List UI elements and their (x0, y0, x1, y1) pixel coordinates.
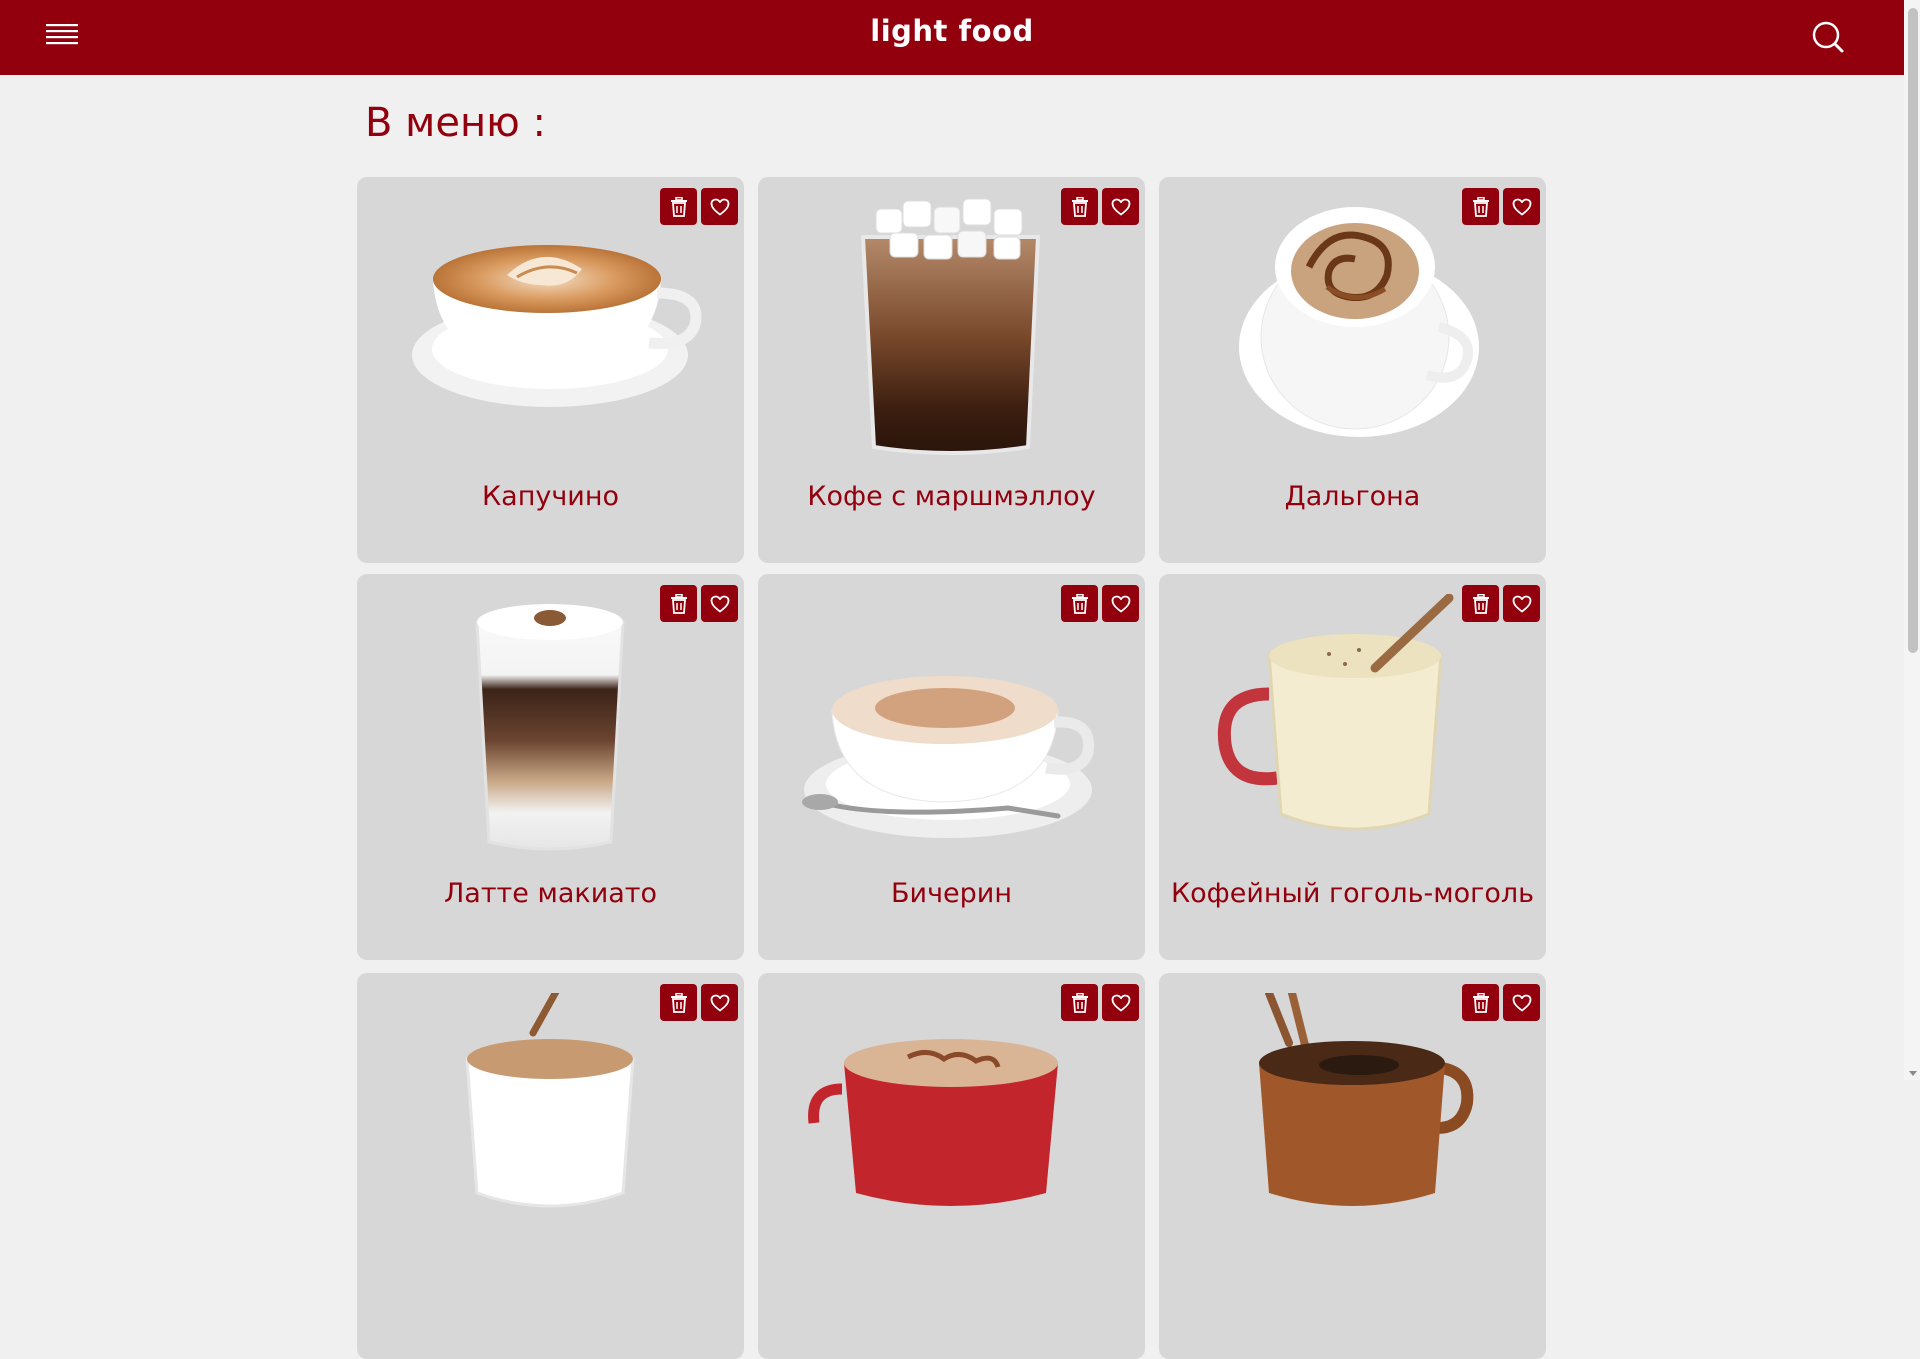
menu-card[interactable] (357, 973, 744, 1359)
eggnog-mug-image (1217, 594, 1454, 831)
brand-logo[interactable]: light food (0, 14, 1904, 48)
page-scrollbar[interactable] (1904, 0, 1920, 1080)
scroll-down-arrow-icon[interactable] (1909, 1071, 1917, 1076)
item-name: Капучино (481, 481, 620, 512)
cinnamon-coffee-image (465, 993, 635, 1208)
cappuccino-cup-image (412, 245, 702, 407)
bicerin-cup-image (802, 676, 1095, 838)
menu-card[interactable]: Кофе с маршмэллоу (758, 177, 1145, 563)
menu-card[interactable]: Латте макиато (357, 574, 744, 960)
search-icon[interactable] (1811, 20, 1845, 54)
menu-card[interactable] (1159, 973, 1546, 1359)
menu-card[interactable] (758, 973, 1145, 1359)
red-cocoa-mug-image (808, 1039, 1058, 1206)
item-name: Кофейный гоголь-моголь (1170, 878, 1535, 909)
item-name: Бичерин (891, 878, 1012, 909)
marshmallow-cocoa-image (860, 198, 1041, 455)
item-name: Дальгона (1284, 481, 1421, 512)
item-name: Кофе с маршмэллоу (807, 481, 1096, 512)
latte-macchiato-image (475, 604, 625, 851)
clay-mug-image (1259, 993, 1474, 1206)
dalgona-cup-image (1239, 207, 1479, 437)
menu-card[interactable]: Кофейный гоголь-моголь (1159, 574, 1546, 960)
menu-card[interactable]: Бичерин (758, 574, 1145, 960)
item-name: Латте макиато (443, 878, 658, 909)
top-bar: light food (0, 0, 1904, 75)
scrollbar-thumb[interactable] (1908, 8, 1918, 653)
page-title: В меню : (365, 100, 546, 146)
menu-card[interactable]: Капучино (357, 177, 744, 563)
menu-card[interactable]: Дальгона (1159, 177, 1546, 563)
